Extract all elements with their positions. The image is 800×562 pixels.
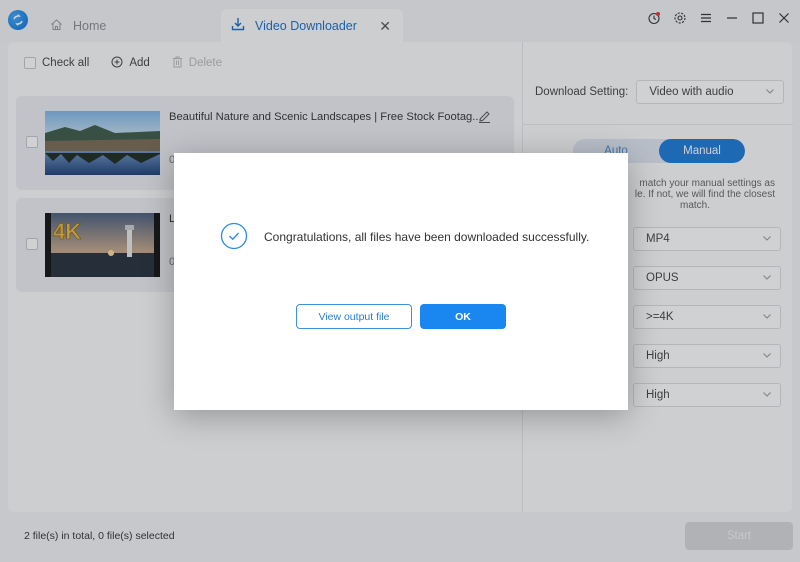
- success-dialog: Congratulations, all files have been dow…: [174, 153, 628, 410]
- view-output-file-button[interactable]: View output file: [296, 304, 412, 329]
- dialog-message: Congratulations, all files have been dow…: [264, 230, 590, 244]
- success-check-icon: [220, 222, 248, 250]
- ok-button[interactable]: OK: [420, 304, 506, 329]
